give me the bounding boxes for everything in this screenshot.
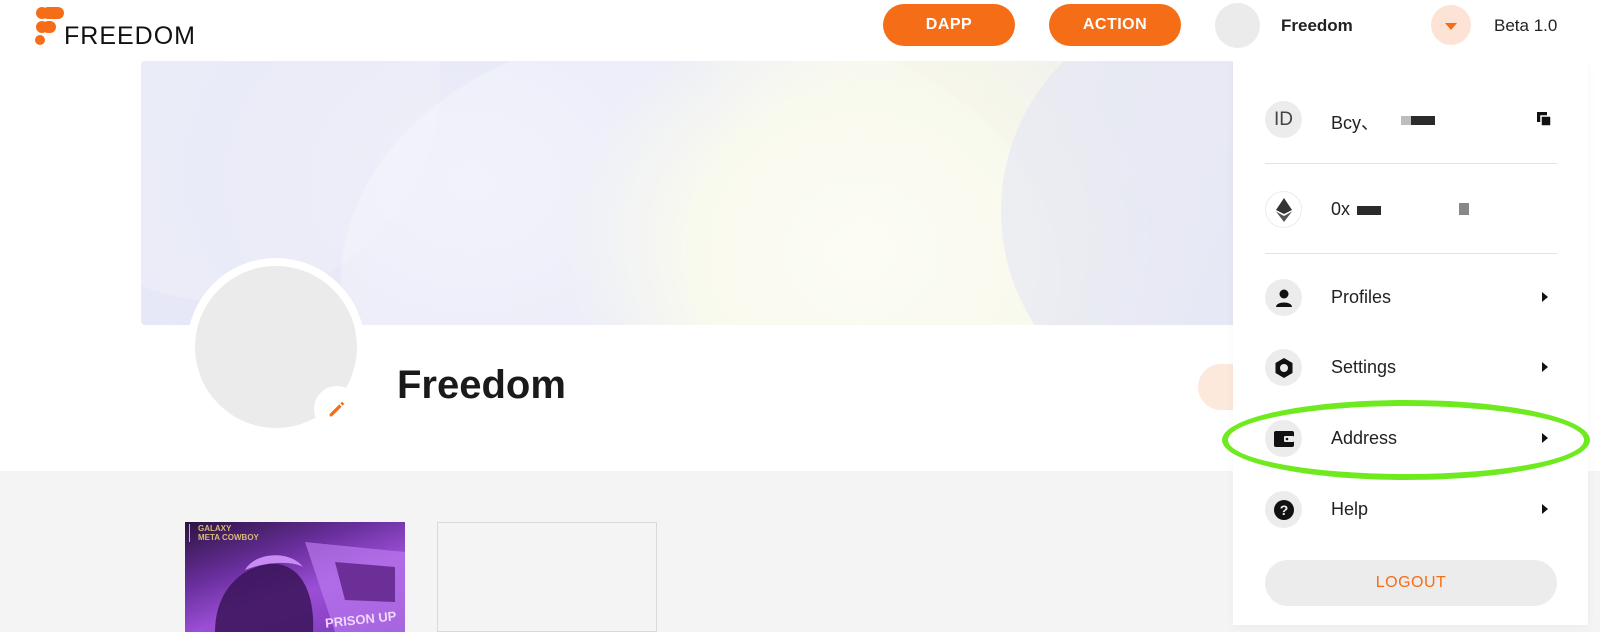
help-icon: ? <box>1265 491 1302 528</box>
wallet-icon <box>1265 420 1302 457</box>
chevron-right-icon <box>1542 362 1548 372</box>
chevron-right-icon <box>1542 433 1548 443</box>
redacted-text <box>1411 116 1435 125</box>
account-menu-toggle[interactable] <box>1431 5 1471 45</box>
menu-item-settings[interactable]: Settings <box>1233 337 1588 397</box>
logout-button[interactable]: LOGOUT <box>1265 560 1557 606</box>
chevron-down-icon <box>1445 23 1457 30</box>
action-button[interactable]: ACTION <box>1049 4 1181 46</box>
divider <box>1265 163 1557 164</box>
nft-card-empty[interactable] <box>437 522 657 632</box>
logo-mark-icon <box>35 7 64 45</box>
copy-icon[interactable] <box>1536 111 1552 127</box>
divider <box>1265 253 1557 254</box>
menu-item-label: Profiles <box>1331 287 1392 307</box>
id-value: Bcy、 <box>1331 113 1380 133</box>
person-icon <box>1265 279 1302 316</box>
pencil-icon <box>329 401 345 417</box>
id-icon: ID <box>1265 101 1302 138</box>
menu-item-help[interactable]: ? Help <box>1233 479 1588 539</box>
menu-row-eth[interactable]: 0x <box>1233 179 1588 239</box>
nft-card[interactable]: GALAXY META COWBOY PRISON UP <box>185 522 405 632</box>
menu-item-address[interactable]: Address <box>1233 408 1588 468</box>
avatar[interactable] <box>1215 3 1260 48</box>
redacted-text <box>1459 203 1469 215</box>
chevron-right-icon <box>1542 504 1548 514</box>
edit-avatar-button[interactable] <box>314 386 360 432</box>
svg-text:?: ? <box>1279 502 1288 518</box>
redacted-text <box>1357 206 1381 215</box>
redacted-text <box>1401 116 1411 125</box>
top-bar: FREEDOM DAPP ACTION Freedom Beta 1.0 <box>0 0 1600 61</box>
nft-tag: GALAXY META COWBOY <box>189 524 259 542</box>
version-label: Beta 1.0 <box>1494 16 1558 35</box>
dapp-button[interactable]: DAPP <box>883 4 1015 46</box>
ethereum-icon <box>1265 191 1302 228</box>
profile-name: Freedom <box>397 363 566 407</box>
eth-address: 0x <box>1331 199 1351 219</box>
account-dropdown: ID Bcy、 0x Profiles Settings Address ? H… <box>1233 61 1588 625</box>
gear-icon <box>1265 349 1302 386</box>
menu-row-id[interactable]: ID Bcy、 <box>1233 89 1588 149</box>
logo-text: FREEDOM <box>64 22 196 50</box>
menu-item-label: Settings <box>1331 357 1397 377</box>
menu-item-label: Address <box>1331 428 1398 448</box>
user-name[interactable]: Freedom <box>1281 16 1353 36</box>
menu-item-label: Help <box>1331 499 1369 519</box>
chevron-right-icon <box>1542 292 1548 302</box>
menu-item-profiles[interactable]: Profiles <box>1233 267 1588 327</box>
